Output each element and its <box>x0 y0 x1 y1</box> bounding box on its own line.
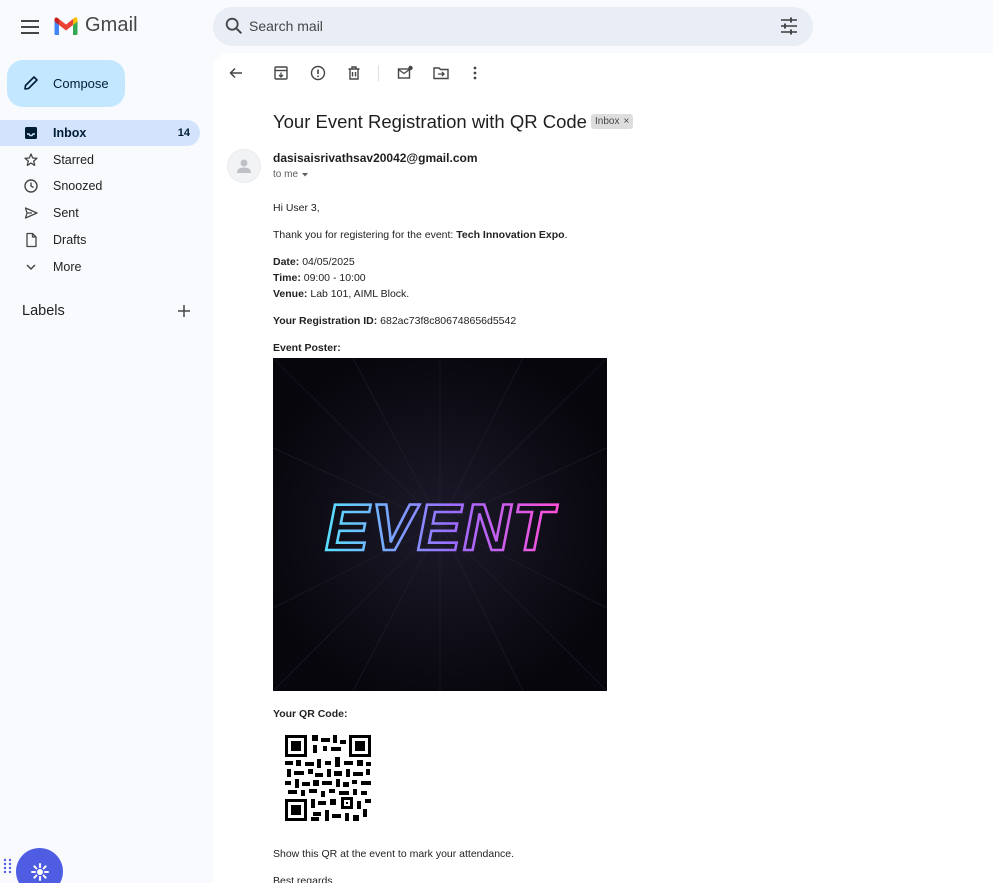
app-name: Gmail <box>85 14 138 36</box>
gmail-m-icon <box>54 16 78 35</box>
qr-code-image[interactable] <box>285 735 371 821</box>
mark-unread-icon[interactable] <box>396 64 414 82</box>
signoff: Best regards, <box>273 875 336 883</box>
back-arrow-icon[interactable] <box>227 64 245 82</box>
inbox-icon <box>25 127 37 139</box>
search-bar[interactable]: Search mail <box>213 7 813 46</box>
send-icon <box>24 207 38 219</box>
assistant-button[interactable] <box>16 848 63 883</box>
sparkle-gear-icon <box>30 862 49 881</box>
chevron-down-icon <box>26 264 36 271</box>
event-poster-image[interactable]: EVENT <box>273 358 607 691</box>
toolbar-divider <box>378 65 379 81</box>
archive-icon[interactable] <box>272 64 290 82</box>
chip-label: Inbox <box>595 116 620 127</box>
sidebar-item-label: More <box>53 260 82 274</box>
move-to-folder-icon[interactable] <box>432 64 450 82</box>
registration-id: 682ac73f8c806748656d5542 <box>380 315 517 327</box>
thanks-line: Thank you for registering for the event:… <box>273 229 568 241</box>
recipient-details[interactable]: to me <box>273 169 309 180</box>
date-line: Date: 04/05/2025 <box>273 254 355 270</box>
venue-line: Venue: Lab 101, AIML Block. <box>273 286 409 302</box>
sender-email[interactable]: dasisaisrivathsav20042@gmail.com <box>273 151 478 165</box>
event-name: Tech Innovation Expo <box>456 229 565 241</box>
event-date: 04/05/2025 <box>302 256 355 268</box>
main-menu-button[interactable] <box>14 11 46 43</box>
qr-label: Your QR Code: <box>273 708 348 720</box>
sidebar-item-label: Starred <box>53 153 94 167</box>
hamburger-icon <box>21 20 39 34</box>
sidebar-item-drafts[interactable]: Drafts <box>0 227 200 253</box>
poster-graphic: EVENT <box>273 358 607 691</box>
sidebar-item-label: Sent <box>53 206 79 220</box>
regid-label: Your Registration ID: <box>273 315 378 327</box>
avatar[interactable] <box>227 149 261 183</box>
time-line: Time: 09:00 - 10:00 <box>273 270 366 286</box>
sidebar-item-more[interactable]: More <box>0 254 200 280</box>
search-input[interactable]: Search mail <box>249 18 323 34</box>
greeting: Hi User 3, <box>273 202 320 214</box>
sidebar-item-starred[interactable]: Starred <box>0 147 200 173</box>
registration-id-line: Your Registration ID: 682ac73f8c80674865… <box>273 313 516 329</box>
remove-label-icon[interactable]: × <box>623 116 629 127</box>
caret-down-icon <box>302 172 309 176</box>
attendance-note: Show this QR at the event to mark your a… <box>273 848 515 860</box>
labels-header: Labels <box>22 303 65 319</box>
search-icon[interactable] <box>223 15 245 37</box>
compose-button[interactable]: Compose <box>7 60 125 107</box>
plus-icon[interactable] <box>176 303 192 319</box>
report-spam-icon[interactable] <box>309 64 327 82</box>
sidebar-item-snoozed[interactable]: Snoozed <box>0 173 200 199</box>
compose-label: Compose <box>53 76 109 91</box>
sidebar-item-label: Snoozed <box>53 179 103 193</box>
svg-text:EVENT: EVENT <box>325 490 558 564</box>
recipient-label: to me <box>273 169 299 180</box>
time-label: Time: <box>273 272 301 284</box>
star-icon <box>24 153 38 167</box>
more-vert-icon[interactable] <box>466 64 484 82</box>
venue-label: Venue: <box>273 288 308 300</box>
trash-icon[interactable] <box>345 64 363 82</box>
pencil-icon <box>24 76 38 90</box>
event-time: 09:00 - 10:00 <box>303 272 366 284</box>
inbox-label-chip[interactable]: Inbox × <box>591 114 634 129</box>
search-options-icon[interactable] <box>779 16 799 36</box>
event-venue: Lab 101, AIML Block. <box>310 288 410 300</box>
thanks-text: Thank you for registering for the event: <box>273 229 457 241</box>
email-subject: Your Event Registration with QR Code <box>273 111 587 132</box>
sidebar-item-sent[interactable]: Sent <box>0 200 200 226</box>
date-label: Date: <box>273 256 300 268</box>
message-pane: Your Event Registration with QR Code Inb… <box>213 53 993 883</box>
sidebar-item-label: Drafts <box>53 233 87 247</box>
clock-icon <box>24 179 38 193</box>
sidebar-item-label: Inbox <box>53 126 87 140</box>
poster-label: Event Poster: <box>273 342 341 354</box>
drag-handle-icon[interactable] <box>3 858 13 874</box>
gmail-logo[interactable]: Gmail <box>53 14 138 37</box>
draft-file-icon <box>26 232 37 248</box>
sidebar-item-inbox[interactable]: Inbox 14 <box>0 120 200 146</box>
unread-count: 14 <box>177 127 190 139</box>
person-icon <box>237 159 251 173</box>
